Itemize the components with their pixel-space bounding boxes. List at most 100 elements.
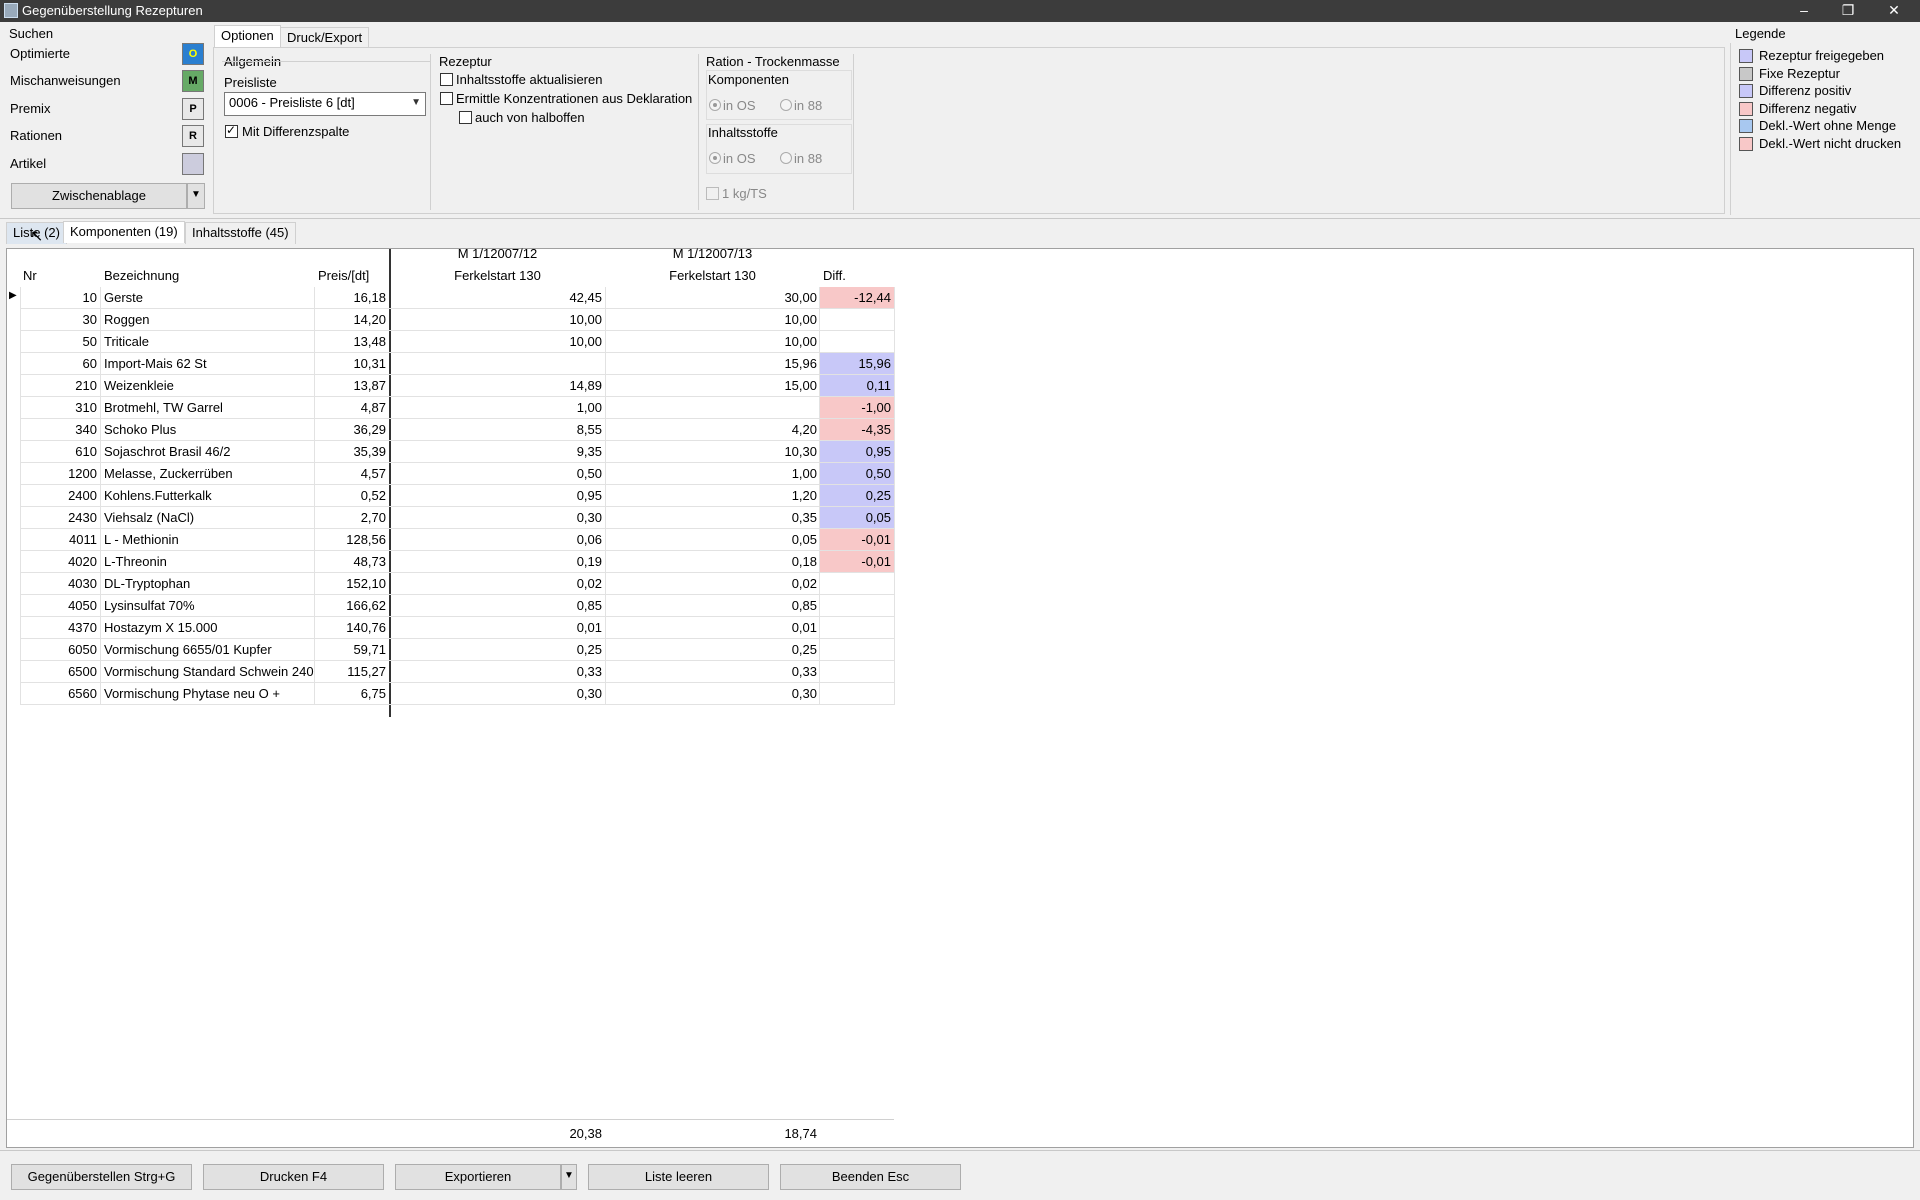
search-item-rationen[interactable]: Rationen bbox=[10, 128, 62, 143]
cell-recipe2[interactable]: 0,01 bbox=[607, 617, 820, 639]
komponenten-in-os-radio[interactable] bbox=[709, 99, 721, 111]
cell-diff[interactable] bbox=[820, 573, 894, 595]
cell-recipe1[interactable]: 0,30 bbox=[393, 507, 605, 529]
cell-diff[interactable] bbox=[820, 661, 894, 683]
header-recipe2-code[interactable]: M 1/12007/13 bbox=[605, 243, 820, 265]
cell-recipe2[interactable]: 10,00 bbox=[607, 331, 820, 353]
cell-bezeichnung[interactable]: DL-Tryptophan bbox=[101, 573, 315, 595]
cell-bezeichnung[interactable]: Vormischung Phytase neu O + bbox=[101, 683, 315, 705]
inhaltsstoffe-in-88-radio[interactable] bbox=[780, 152, 792, 164]
cell-recipe1[interactable]: 0,95 bbox=[393, 485, 605, 507]
components-table[interactable]: Nr Bezeichnung Preis/[dt] M 1/12007/12 F… bbox=[6, 246, 1914, 1148]
ration-icon[interactable]: R bbox=[182, 125, 204, 147]
cell-bezeichnung[interactable]: Viehsalz (NaCl) bbox=[101, 507, 315, 529]
tab-komponenten[interactable]: Komponenten (19) bbox=[63, 221, 185, 243]
clipboard-button[interactable]: Zwischenablage bbox=[11, 183, 187, 209]
cell-bezeichnung[interactable]: Import-Mais 62 St bbox=[101, 353, 315, 375]
cell-recipe1[interactable]: 42,45 bbox=[393, 287, 605, 309]
cell-diff[interactable]: -1,00 bbox=[820, 397, 894, 419]
cell-nr[interactable]: 4050 bbox=[21, 595, 100, 617]
cell-diff[interactable]: 0,11 bbox=[820, 375, 894, 397]
cell-bezeichnung[interactable]: L-Threonin bbox=[101, 551, 315, 573]
cell-nr[interactable]: 2430 bbox=[21, 507, 100, 529]
cell-diff[interactable]: 0,05 bbox=[820, 507, 894, 529]
print-button[interactable]: Drucken F4 bbox=[203, 1164, 384, 1190]
cell-diff[interactable]: -12,44 bbox=[820, 287, 894, 309]
cell-recipe1[interactable]: 0,01 bbox=[393, 617, 605, 639]
compare-button[interactable]: Gegenüberstellen Strg+G bbox=[11, 1164, 192, 1190]
cell-recipe2[interactable]: 4,20 bbox=[607, 419, 820, 441]
cell-recipe1[interactable]: 14,89 bbox=[393, 375, 605, 397]
cell-bezeichnung[interactable]: Brotmehl, TW Garrel bbox=[101, 397, 315, 419]
cell-bezeichnung[interactable]: Roggen bbox=[101, 309, 315, 331]
cell-nr[interactable]: 6500 bbox=[21, 661, 100, 683]
cell-preis[interactable]: 6,75 bbox=[315, 683, 389, 705]
cell-recipe1[interactable]: 1,00 bbox=[393, 397, 605, 419]
cell-nr[interactable]: 60 bbox=[21, 353, 100, 375]
kgts-checkbox[interactable] bbox=[706, 187, 719, 200]
cell-recipe2[interactable]: 30,00 bbox=[607, 287, 820, 309]
cell-bezeichnung[interactable]: Vormischung Standard Schwein 240 bbox=[101, 661, 315, 683]
header-nr[interactable]: Nr bbox=[20, 265, 37, 287]
cell-preis[interactable]: 13,87 bbox=[315, 375, 389, 397]
close-button[interactable]: ✕ bbox=[1872, 0, 1916, 22]
cell-preis[interactable]: 35,39 bbox=[315, 441, 389, 463]
header-recipe1-code[interactable]: M 1/12007/12 bbox=[390, 243, 605, 265]
cell-preis[interactable]: 48,73 bbox=[315, 551, 389, 573]
cell-preis[interactable]: 36,29 bbox=[315, 419, 389, 441]
cell-recipe2[interactable]: 0,33 bbox=[607, 661, 820, 683]
cell-bezeichnung[interactable]: Schoko Plus bbox=[101, 419, 315, 441]
cell-bezeichnung[interactable]: Kohlens.Futterkalk bbox=[101, 485, 315, 507]
cell-recipe2[interactable]: 0,30 bbox=[607, 683, 820, 705]
cell-recipe2[interactable]: 0,18 bbox=[607, 551, 820, 573]
export-button[interactable]: Exportieren bbox=[395, 1164, 561, 1190]
cell-diff[interactable] bbox=[820, 309, 894, 331]
cell-bezeichnung[interactable]: Gerste bbox=[101, 287, 315, 309]
article-icon[interactable] bbox=[182, 153, 204, 175]
cell-diff[interactable]: -0,01 bbox=[820, 551, 894, 573]
cell-bezeichnung[interactable]: Melasse, Zuckerrüben bbox=[101, 463, 315, 485]
search-item-optimierte[interactable]: Optimierte bbox=[10, 46, 70, 61]
cell-recipe1[interactable]: 9,35 bbox=[393, 441, 605, 463]
komponenten-in-88-radio[interactable] bbox=[780, 99, 792, 111]
cell-recipe2[interactable]: 0,35 bbox=[607, 507, 820, 529]
cell-nr[interactable]: 4370 bbox=[21, 617, 100, 639]
cell-recipe1[interactable]: 0,50 bbox=[393, 463, 605, 485]
cell-recipe1[interactable]: 0,06 bbox=[393, 529, 605, 551]
search-item-premix[interactable]: Premix bbox=[10, 101, 50, 116]
cell-nr[interactable]: 2400 bbox=[21, 485, 100, 507]
preisliste-select[interactable]: 0006 - Preisliste 6 [dt] ▼ bbox=[224, 92, 426, 116]
cell-bezeichnung[interactable]: Lysinsulfat 70% bbox=[101, 595, 315, 617]
cell-preis[interactable]: 0,52 bbox=[315, 485, 389, 507]
mixing-instruction-icon[interactable]: M bbox=[182, 70, 204, 92]
clear-list-button[interactable]: Liste leeren bbox=[588, 1164, 769, 1190]
header-recipe2-name[interactable]: Ferkelstart 130 bbox=[605, 265, 820, 287]
cell-recipe2[interactable]: 10,30 bbox=[607, 441, 820, 463]
cell-recipe2[interactable]: 15,00 bbox=[607, 375, 820, 397]
cell-preis[interactable]: 166,62 bbox=[315, 595, 389, 617]
cell-diff[interactable] bbox=[820, 595, 894, 617]
cell-preis[interactable]: 152,10 bbox=[315, 573, 389, 595]
cell-recipe1[interactable]: 0,19 bbox=[393, 551, 605, 573]
cell-preis[interactable]: 128,56 bbox=[315, 529, 389, 551]
cell-preis[interactable]: 16,18 bbox=[315, 287, 389, 309]
cell-recipe1[interactable]: 10,00 bbox=[393, 331, 605, 353]
tab-inhaltsstoffe[interactable]: Inhaltsstoffe (45) bbox=[185, 222, 296, 244]
konzentrationen-checkbox[interactable] bbox=[440, 92, 453, 105]
cell-recipe1[interactable]: 10,00 bbox=[393, 309, 605, 331]
export-dropdown-button[interactable]: ▼ bbox=[561, 1164, 577, 1190]
tab-optionen[interactable]: Optionen bbox=[214, 25, 281, 47]
cell-nr[interactable]: 210 bbox=[21, 375, 100, 397]
cell-recipe1[interactable]: 0,30 bbox=[393, 683, 605, 705]
cell-nr[interactable]: 340 bbox=[21, 419, 100, 441]
header-recipe1-name[interactable]: Ferkelstart 130 bbox=[390, 265, 605, 287]
maximize-button[interactable]: ❐ bbox=[1826, 0, 1870, 22]
cell-recipe1[interactable]: 0,33 bbox=[393, 661, 605, 683]
minimize-button[interactable]: – bbox=[1782, 0, 1826, 22]
cell-diff[interactable]: 0,50 bbox=[820, 463, 894, 485]
header-bezeichnung[interactable]: Bezeichnung bbox=[101, 265, 179, 287]
cell-nr[interactable]: 6560 bbox=[21, 683, 100, 705]
cell-preis[interactable]: 4,87 bbox=[315, 397, 389, 419]
diffspalte-checkbox[interactable] bbox=[225, 123, 238, 138]
cell-recipe1[interactable] bbox=[393, 353, 605, 375]
